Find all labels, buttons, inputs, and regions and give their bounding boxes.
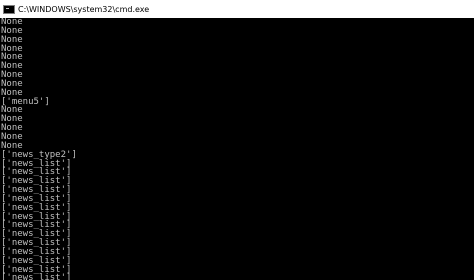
cmd-window: C:\WINDOWS\system32\cmd.exe None None None… — [0, 0, 474, 280]
console-line: ['news_list'] — [1, 273, 72, 280]
title-bar[interactable]: C:\WINDOWS\system32\cmd.exe — [0, 0, 474, 18]
console-line: ['news_list'] — [1, 255, 72, 266]
console-line: None — [1, 43, 23, 54]
console-line: ['news_list'] — [1, 211, 72, 222]
console-line: ['news_list'] — [1, 238, 72, 249]
console-line: ['news_list'] — [1, 193, 72, 204]
console-line: ['news_list'] — [1, 158, 72, 169]
console-line: None — [1, 78, 23, 89]
console-line: ['news_list'] — [1, 220, 72, 231]
console-line: ['news_type2'] — [1, 149, 77, 160]
console-line: None — [1, 18, 23, 27]
console-output[interactable]: None None None None None None None None None ['me… — [0, 18, 474, 280]
console-line: ['news_list'] — [1, 202, 72, 213]
console-line: ['menu5'] — [1, 96, 50, 107]
console-line: ['news_list'] — [1, 167, 72, 178]
console-line: None — [1, 25, 23, 36]
console-line: ['news_list'] — [1, 264, 72, 275]
cmd-icon — [3, 4, 15, 14]
console-line: None — [1, 114, 23, 125]
console-line: None — [1, 52, 23, 63]
window-title: C:\WINDOWS\system32\cmd.exe — [18, 4, 150, 14]
console-line: None — [1, 61, 23, 72]
console-line: None — [1, 70, 23, 81]
console-line: ['news_list'] — [1, 246, 72, 257]
console-line: None — [1, 123, 23, 134]
console-line: None — [1, 34, 23, 45]
console-line: None — [1, 105, 23, 116]
console-line: ['news_list'] — [1, 185, 72, 196]
console-line: None — [1, 87, 23, 98]
console-line: ['news_list'] — [1, 229, 72, 240]
console-line: ['news_list'] — [1, 176, 72, 187]
console-line: None — [1, 131, 23, 142]
